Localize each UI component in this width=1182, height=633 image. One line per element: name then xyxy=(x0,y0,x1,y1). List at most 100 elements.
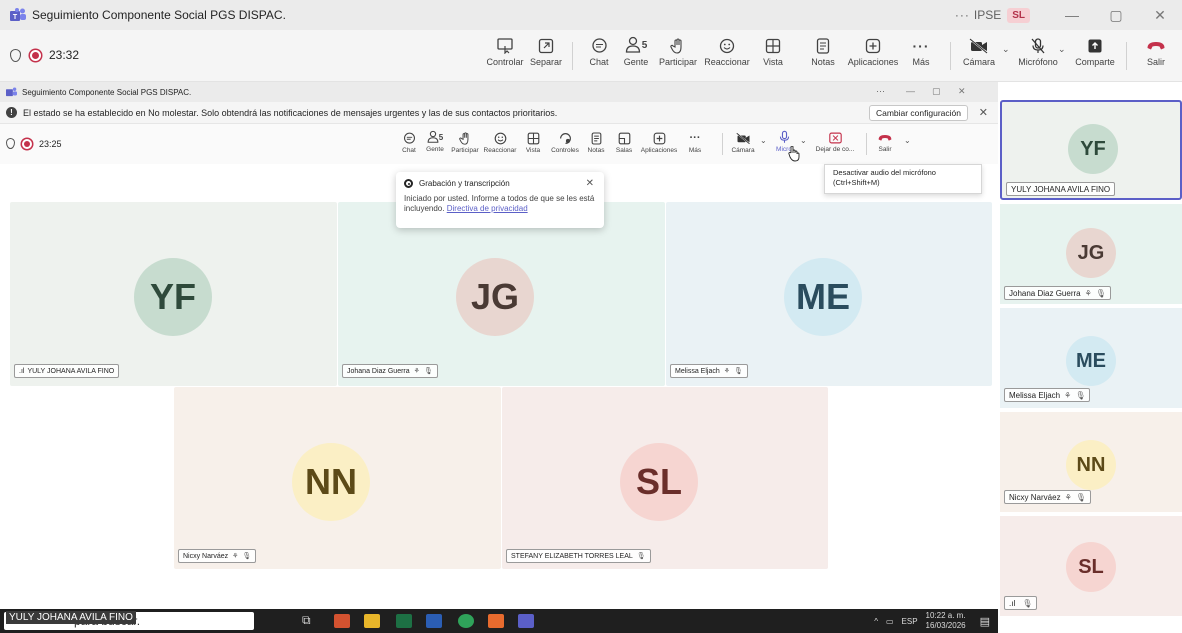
organization-label: IPSE xyxy=(973,8,1002,22)
word-icon[interactable] xyxy=(426,614,442,628)
participant-tile[interactable]: NN Nicxy Narváez ⚘ 🎙︎ xyxy=(174,387,501,569)
user-avatar[interactable]: SL xyxy=(1007,7,1030,23)
inner-leave-button[interactable]: Salir xyxy=(872,132,898,153)
shield-icon xyxy=(10,48,21,62)
view-icon xyxy=(765,38,781,54)
inner-restore-button[interactable]: ▢ xyxy=(932,86,941,97)
stop-share-icon xyxy=(828,132,842,144)
inner-chat-button[interactable]: Chat xyxy=(398,132,420,154)
react-icon xyxy=(719,38,735,54)
chrome-icon[interactable] xyxy=(458,614,474,628)
outer-apps-button[interactable]: Aplicaciones xyxy=(844,38,902,67)
app-icon[interactable] xyxy=(488,614,504,628)
control-icon xyxy=(497,38,513,54)
participant-tile[interactable]: JG Johana Diaz Guerra ⚘ 🎙︎ xyxy=(338,202,665,386)
participant-tile[interactable]: SL STEFANY ELIZABETH TORRES LEAL 🎙︎ xyxy=(502,387,828,569)
avatar: SL xyxy=(1066,542,1116,592)
people-icon xyxy=(427,130,439,143)
translation-icon: ⚘ xyxy=(413,368,420,375)
outer-raise-hand-button[interactable]: Participar xyxy=(656,38,700,67)
toolbar-divider xyxy=(1126,42,1127,70)
inner-view-button[interactable]: Vista xyxy=(522,132,544,154)
active-speaker-label: YULY JOHANA AVILA FINO xyxy=(6,611,136,624)
avatar: YF xyxy=(1068,124,1118,174)
network-icon[interactable]: ▭ xyxy=(886,617,894,626)
inner-close-button[interactable]: ✕ xyxy=(958,86,966,97)
inner-controls-button[interactable]: Controles xyxy=(548,132,582,154)
translation-icon: ⚘ xyxy=(723,368,731,375)
popout-icon xyxy=(538,38,554,54)
camera-off-icon xyxy=(969,38,988,54)
inner-camera-button[interactable]: Cámara xyxy=(728,132,758,154)
mic-off-icon: 🎙︎ xyxy=(636,553,646,560)
task-view-icon[interactable]: ⧉ xyxy=(302,613,311,628)
inner-react-button[interactable]: Reaccionar xyxy=(482,132,518,154)
taskbar-clock[interactable]: 10:22 a. m. 16/03/2026 xyxy=(926,611,966,631)
change-settings-button[interactable]: Cambiar configuración xyxy=(868,105,968,121)
sidebar-participant-tile[interactable]: ME Melissa Eljach ⚘ 🎙︎ xyxy=(1000,308,1182,408)
outer-notes-button[interactable]: Notas xyxy=(806,38,840,67)
excel-icon[interactable] xyxy=(396,614,412,628)
teams-icon[interactable] xyxy=(518,614,534,628)
powerpoint-icon[interactable] xyxy=(334,614,350,628)
mic-options-chevron-icon[interactable]: ⌄ xyxy=(1058,44,1066,55)
sidebar-participant-tile[interactable]: SL .ıl 🎙︎ xyxy=(1000,516,1182,616)
inner-minimize-button[interactable]: — xyxy=(906,86,915,96)
leave-options-chevron-icon[interactable]: ⌄ xyxy=(904,136,911,145)
outer-camera-button[interactable]: Cámara xyxy=(956,38,1002,67)
sidebar-participant-tile[interactable]: NN Nicxy Narváez ⚘ 🎙︎ xyxy=(1000,412,1182,512)
teams-app-icon: T xyxy=(10,8,26,21)
inner-people-button[interactable]: 5 Gente xyxy=(422,130,448,153)
outer-people-button[interactable]: 5 Gente xyxy=(620,36,652,67)
dismiss-banner-button[interactable]: ✕ xyxy=(979,106,988,119)
outer-chat-button[interactable]: Chat xyxy=(584,38,614,67)
outer-more-button[interactable]: ··· xyxy=(955,8,970,22)
info-icon: ! xyxy=(6,107,17,118)
recording-icon xyxy=(404,179,413,188)
outer-mic-button[interactable]: Micrófono xyxy=(1014,38,1062,67)
inner-stop-sharing-button[interactable]: Dejar de co... xyxy=(812,132,858,153)
inner-apps-button[interactable]: Aplicaciones xyxy=(638,132,680,154)
shield-icon xyxy=(6,138,15,149)
inner-more-actions-button[interactable]: ··· Más xyxy=(684,132,706,154)
inner-meeting-timer: 23:25 xyxy=(6,138,62,149)
sidebar-participant-tile[interactable]: JG Johana Diaz Guerra ⚘ 🎙︎ xyxy=(1000,204,1182,304)
participant-name-tag: .ıl YULY JOHANA AVILA FINO xyxy=(14,364,120,378)
participant-name-tag: Johana Diaz Guerra ⚘ 🎙︎ xyxy=(1004,286,1111,300)
outer-share-button[interactable]: Comparte xyxy=(1072,38,1118,67)
privacy-policy-link[interactable]: Directiva de privacidad xyxy=(447,204,528,213)
toolbar-divider xyxy=(722,133,723,155)
outer-more-actions-button[interactable]: ··· Más xyxy=(906,38,936,67)
inner-meeting-toolbar: 23:25 Chat 5 Gente Participar Reaccionar… xyxy=(0,124,998,164)
outer-minimize-button[interactable]: — xyxy=(1050,7,1094,23)
recording-popup-close-button[interactable]: ✕ xyxy=(586,178,594,189)
outer-control-button[interactable]: Controlar xyxy=(482,38,528,67)
camera-options-chevron-icon[interactable]: ⌄ xyxy=(1002,44,1010,55)
outer-leave-button[interactable]: Salir xyxy=(1140,38,1172,67)
outer-popout-button[interactable]: Separar xyxy=(528,38,564,67)
inner-notes-button[interactable]: Notas xyxy=(584,132,608,154)
participant-name-tag: Nicxy Narváez ⚘ 🎙︎ xyxy=(1004,490,1091,504)
sidebar-participant-tile[interactable]: YF YULY JOHANA AVILA FINO xyxy=(1000,100,1182,200)
outer-restore-button[interactable]: ▢ xyxy=(1094,7,1138,24)
file-explorer-icon[interactable] xyxy=(364,614,380,628)
outer-react-button[interactable]: Reaccionar xyxy=(700,38,754,67)
language-indicator[interactable]: ESP xyxy=(902,617,918,626)
participant-tile[interactable]: YF .ıl YULY JOHANA AVILA FINO xyxy=(10,202,337,386)
participant-tile[interactable]: ME Melissa Eljach ⚘ 🎙︎ xyxy=(666,202,992,386)
svg-text:T: T xyxy=(13,14,18,21)
camera-options-chevron-icon[interactable]: ⌄ xyxy=(760,136,767,145)
mic-options-chevron-icon[interactable]: ⌄ xyxy=(800,136,807,145)
inner-rooms-button[interactable]: Salas xyxy=(612,132,636,154)
notifications-icon[interactable]: ▤ xyxy=(980,615,990,628)
inner-more-button[interactable]: ··· xyxy=(876,86,885,96)
participant-name-tag: Melissa Eljach ⚘ 🎙︎ xyxy=(670,364,748,378)
mic-tooltip: Desactivar audio del micrófono (Ctrl+Shi… xyxy=(824,164,982,194)
recording-notice-popup: Grabación y transcripción ✕ Iniciado por… xyxy=(396,172,604,228)
recording-indicator-icon xyxy=(32,51,39,59)
chat-icon xyxy=(403,132,415,144)
tray-overflow-icon[interactable]: ^ xyxy=(874,617,878,626)
outer-view-button[interactable]: Vista xyxy=(758,38,788,67)
outer-close-button[interactable]: ✕ xyxy=(1138,7,1182,24)
inner-raise-hand-button[interactable]: Participar xyxy=(450,132,480,154)
